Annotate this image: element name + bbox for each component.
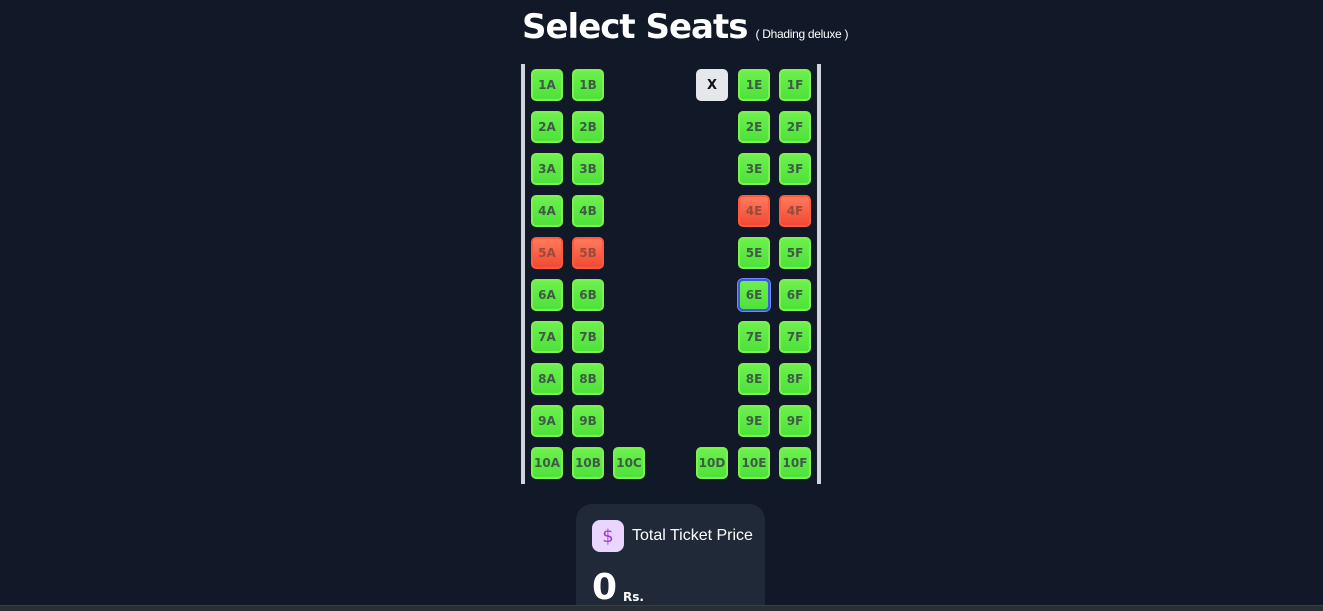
currency-label: Rs.	[623, 590, 644, 604]
seat-5f[interactable]: 5F	[779, 237, 811, 269]
seat-7f[interactable]: 7F	[779, 321, 811, 353]
seat-3f[interactable]: 3F	[779, 153, 811, 185]
seat-4b[interactable]: 4B	[572, 195, 604, 227]
driver-seat: X	[696, 69, 728, 101]
total-price-label: Total Ticket Price	[632, 527, 753, 544]
seat-selection-page: Select Seats ( Dhading deluxe ) 1A 1B X …	[0, 0, 1323, 611]
seat-3b[interactable]: 3B	[572, 153, 604, 185]
seat-5a-booked[interactable]: 5A	[531, 237, 563, 269]
seat-7b[interactable]: 7B	[572, 321, 604, 353]
seat-6e-focused[interactable]: 6E	[738, 279, 770, 311]
seat-6f[interactable]: 6F	[779, 279, 811, 311]
seat-4f-booked[interactable]: 4F	[779, 195, 811, 227]
seat-5e[interactable]: 5E	[738, 237, 770, 269]
seat-10e[interactable]: 10E	[738, 447, 770, 479]
seat-4e-booked[interactable]: 4E	[738, 195, 770, 227]
page-title: Select Seats	[522, 7, 748, 47]
seat-8f[interactable]: 8F	[779, 363, 811, 395]
seat-1b[interactable]: 1B	[572, 69, 604, 101]
seat-10a[interactable]: 10A	[531, 447, 563, 479]
seat-4a[interactable]: 4A	[531, 195, 563, 227]
seat-8b[interactable]: 8B	[572, 363, 604, 395]
seat-9b[interactable]: 9B	[572, 405, 604, 437]
seat-10f[interactable]: 10F	[779, 447, 811, 479]
total-price-value: 0	[592, 567, 618, 608]
dollar-icon: $	[592, 520, 624, 552]
seat-10c[interactable]: 10C	[613, 447, 645, 479]
seat-2b[interactable]: 2B	[572, 111, 604, 143]
seat-6a[interactable]: 6A	[531, 279, 563, 311]
seat-7a[interactable]: 7A	[531, 321, 563, 353]
bus-name: ( Dhading deluxe )	[755, 27, 849, 41]
seat-9a[interactable]: 9A	[531, 405, 563, 437]
page-header: Select Seats ( Dhading deluxe )	[522, 6, 848, 48]
seat-8e[interactable]: 8E	[738, 363, 770, 395]
seat-2e[interactable]: 2E	[738, 111, 770, 143]
seat-3a[interactable]: 3A	[531, 153, 563, 185]
seat-2f[interactable]: 2F	[779, 111, 811, 143]
seat-7e[interactable]: 7E	[738, 321, 770, 353]
seat-9f[interactable]: 9F	[779, 405, 811, 437]
seat-1a[interactable]: 1A	[531, 69, 563, 101]
seat-1f[interactable]: 1F	[779, 69, 811, 101]
seat-5b-booked[interactable]: 5B	[572, 237, 604, 269]
seat-6b[interactable]: 6B	[572, 279, 604, 311]
seat-10d[interactable]: 10D	[696, 447, 728, 479]
seat-1e[interactable]: 1E	[738, 69, 770, 101]
bottom-scrollbar	[0, 605, 1323, 611]
bus-seat-layout: 1A 1B X 1E 1F 2A 2B 2E 2F 3A 3B 3E 3F 4A…	[521, 64, 821, 484]
seat-2a[interactable]: 2A	[531, 111, 563, 143]
seat-3e[interactable]: 3E	[738, 153, 770, 185]
total-price-card: $ Total Ticket Price 0 Rs.	[576, 504, 765, 611]
seat-9e[interactable]: 9E	[738, 405, 770, 437]
seat-8a[interactable]: 8A	[531, 363, 563, 395]
seat-10b[interactable]: 10B	[572, 447, 604, 479]
